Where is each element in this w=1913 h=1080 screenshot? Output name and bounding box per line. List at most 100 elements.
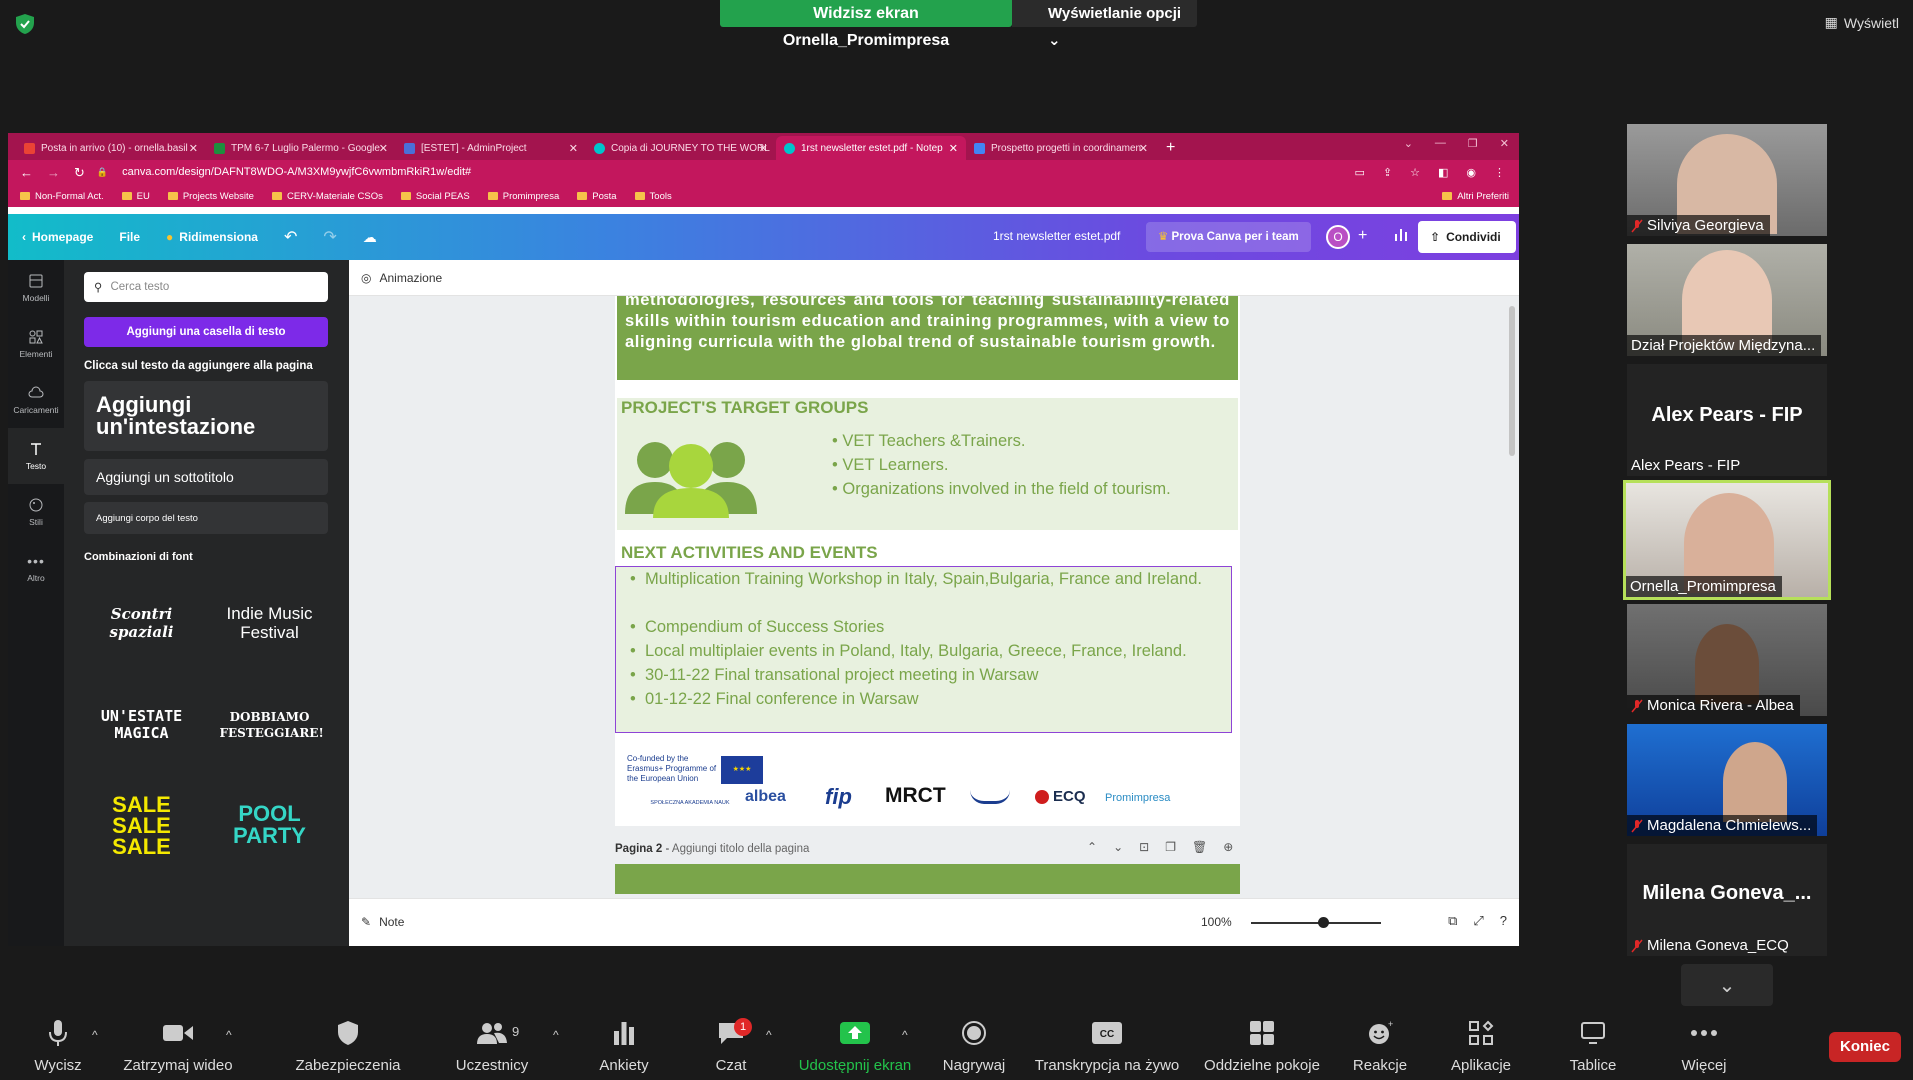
font-combo[interactable]: UN'ESTATE MAGICA [84,680,199,770]
page-2-label[interactable]: Pagina 2 - Aggiungi titolo della pagina [615,843,809,855]
font-combo[interactable]: DOBBIAMO FESTEGGIARE! [212,680,327,770]
browser-tab[interactable]: TPM 6-7 Luglio Palermo - Google ✕ [206,136,396,160]
close-icon[interactable]: ✕ [1139,142,1148,155]
participant-tile[interactable]: Milena Goneva_... Milena Goneva_ECQ [1627,844,1827,956]
view-toggle-button[interactable]: ▦ Wyświetl [1825,14,1899,31]
mute-button[interactable]: Wycisz [28,1010,88,1080]
bookmark-folder[interactable]: EU [121,191,150,202]
browser-tab[interactable]: Prospetto progetti in coordinamen ✕ [966,136,1156,160]
target-groups-section[interactable]: PROJECT'S TARGET GROUPS • VET Teachers &… [617,398,1238,530]
zoom-level[interactable]: 100% [1201,915,1232,929]
record-button[interactable]: Nagrywaj [940,1010,1008,1080]
share-icon[interactable]: ⇪ [1383,166,1392,179]
live-transcript-button[interactable]: CC Transkrypcja na żywo [1032,1010,1182,1080]
end-meeting-button[interactable]: Koniec [1829,1032,1901,1062]
sidebar-icon[interactable]: ◧ [1438,166,1448,179]
redo-button[interactable]: ↷ [323,227,336,247]
chevron-down-icon[interactable]: ⌄ [1113,840,1123,854]
whiteboards-button[interactable]: Tablice [1566,1010,1620,1080]
chevron-up-icon[interactable]: ⌃ [1087,840,1097,854]
apps-button[interactable]: Aplikacje [1446,1010,1516,1080]
menu-icon[interactable]: ⋮ [1494,166,1505,179]
polls-button[interactable]: Ankiety [593,1010,655,1080]
page-2-title-placeholder[interactable]: Aggiungi titolo della pagina [672,843,809,855]
activities-title[interactable]: NEXT ACTIVITIES AND EVENTS [621,543,878,563]
bookmark-folder[interactable]: Projects Website [167,191,254,202]
view-options-dropdown[interactable]: Wyświetlanie opcji ⌄ [1012,0,1197,49]
help-icon[interactable]: ? [1500,913,1507,929]
partner-logos[interactable]: Co-funded by the Erasmus+ Programme of t… [625,748,1225,826]
homepage-button[interactable]: ‹ Homepage [22,230,93,244]
rail-text[interactable]: Testo [8,428,64,484]
bookmark-folder[interactable]: Tools [634,191,672,202]
activities-list-selected[interactable]: • Multiplication Training Workshop in It… [615,566,1232,733]
bookmark-folder[interactable]: Posta [577,191,617,202]
participant-tile[interactable]: Dział Projektów Międzyna... [1627,244,1827,356]
zoom-slider[interactable] [1251,922,1381,924]
chevron-up-icon[interactable]: ^ [902,1028,908,1042]
reload-icon[interactable]: ↻ [74,165,85,181]
close-icon[interactable]: ✕ [379,142,388,155]
security-shield-icon[interactable] [14,13,36,35]
add-heading-button[interactable]: Aggiungi un'intestazione [84,381,328,451]
animation-button[interactable]: Animazione [379,271,442,285]
close-icon[interactable]: ✕ [569,142,578,155]
rail-uploads[interactable]: Caricamenti [8,372,64,428]
add-page-icon[interactable]: ⊕ [1223,840,1233,854]
trash-icon[interactable]: 🗑 [1192,840,1207,854]
forward-icon[interactable]: → [47,165,60,181]
close-icon[interactable]: ✕ [189,142,198,155]
more-button[interactable]: Więcej [1680,1010,1728,1080]
share-button[interactable]: ⇧ Condividi [1418,221,1516,253]
other-bookmarks[interactable]: Altri Preferiti [1442,191,1509,202]
back-icon[interactable]: ← [20,165,33,181]
duplicate-icon[interactable]: ❐ [1165,840,1176,854]
new-tab-button[interactable]: + [1156,136,1185,160]
chevron-up-icon[interactable]: ^ [226,1028,232,1042]
font-combo[interactable]: POOL PARTY [212,780,327,870]
rail-more[interactable]: ••• Altro [8,540,64,596]
reactions-button[interactable]: + Reakcje [1352,1010,1408,1080]
security-button[interactable]: Zabezpieczenia [292,1010,404,1080]
rail-styles[interactable]: Stili [8,484,64,540]
intro-paragraph[interactable]: methodologies, resources and tools for t… [617,296,1238,380]
stop-video-button[interactable]: Zatrzymaj wideo [118,1010,238,1080]
add-collaborator-icon[interactable]: + [1358,227,1367,245]
browser-tab[interactable]: Posta in arrivo (10) - ornella.basil ✕ [16,136,206,160]
bookmark-folder[interactable]: Non-Formal Act. [20,191,104,202]
animation-icon[interactable]: ◎ [361,271,371,285]
canvas-scrollbar[interactable] [1509,306,1515,456]
browser-tab[interactable]: Copia di JOURNEY TO THE WORL ✕ [586,136,776,160]
participant-tile[interactable]: Magdalena Chmielews... [1627,724,1827,836]
gallery-next-button[interactable]: ⌄ [1681,964,1773,1006]
fullscreen-icon[interactable]: ⤢ [1473,913,1483,929]
restore-icon[interactable]: ❐ [1468,137,1478,150]
undo-button[interactable]: ↶ [284,227,297,247]
insights-icon[interactable] [1394,226,1408,242]
chevron-up-icon[interactable]: ^ [92,1028,98,1042]
file-menu[interactable]: File [119,230,140,244]
participant-tile[interactable]: Silviya Georgieva [1627,124,1827,236]
share-screen-button[interactable]: Udostępnij ekran [796,1010,914,1080]
chevron-down-icon[interactable]: ⌄ [1404,137,1413,150]
add-subtitle-button[interactable]: Aggiungi un sottotitolo [84,459,328,495]
chevron-up-icon[interactable]: ^ [553,1028,559,1042]
close-icon[interactable]: ✕ [1500,137,1509,150]
bookmark-folder[interactable]: Promimpresa [487,191,559,202]
cloud-saved-icon[interactable]: ☁ [363,229,377,246]
chevron-up-icon[interactable]: ^ [766,1028,772,1042]
notes-button[interactable]: ✎ Note [361,915,404,929]
add-body-button[interactable]: Aggiungi corpo del testo [84,502,328,534]
design-page-2[interactable] [615,864,1240,894]
rail-elements[interactable]: Elementi [8,316,64,372]
try-teams-button[interactable]: ♛ Prova Canva per i team [1146,222,1311,252]
close-icon[interactable]: ✕ [759,142,768,155]
bookmark-folder[interactable]: Social PEAS [400,191,470,202]
participant-tile[interactable]: Alex Pears - FIP Alex Pears - FIP [1627,364,1827,476]
lock-icon[interactable]: ⊡ [1139,840,1149,854]
url-field[interactable]: canva.com/design/DAFNT8WDO-A/M3XM9ywjfC6… [108,163,1354,182]
browser-tab[interactable]: [ESTET] - AdminProject ✕ [396,136,586,160]
user-avatar[interactable]: O [1326,225,1350,249]
browser-tab-active[interactable]: 1rst newsletter estet.pdf - Notep ✕ [776,136,966,160]
page-count-icon[interactable]: ⧉ [1448,913,1457,929]
